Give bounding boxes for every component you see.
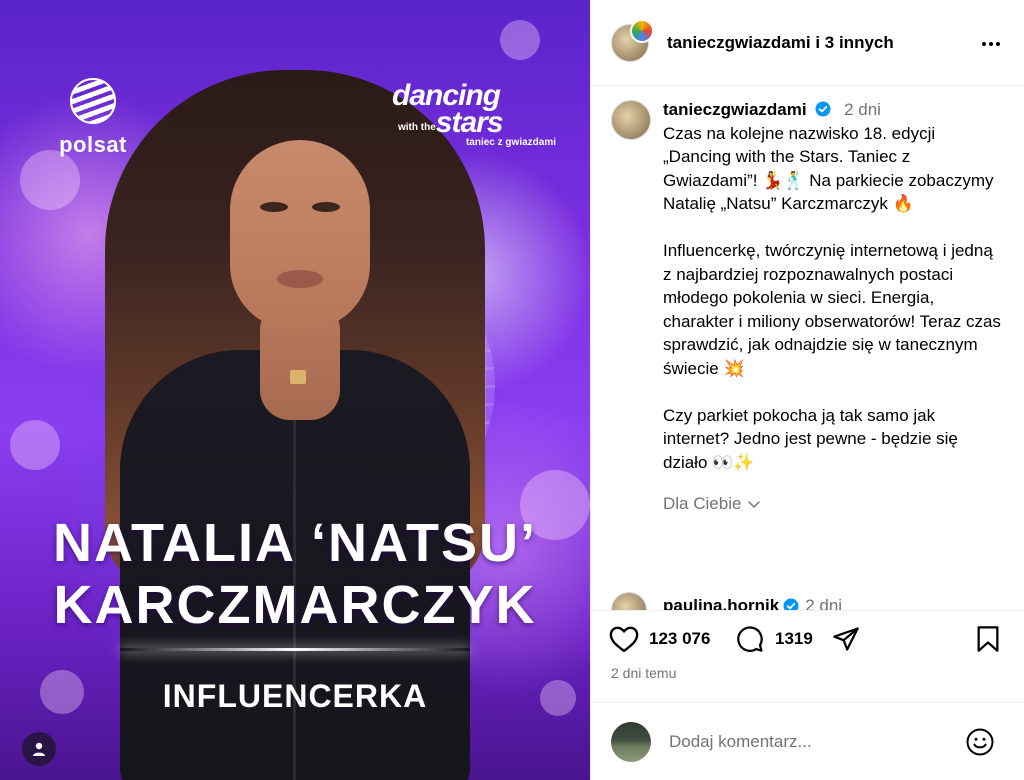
add-comment-bar: [591, 702, 1024, 780]
portrait-face: [230, 140, 370, 330]
post-side-panel: tanieczgwiazdami i 3 innych tanieczgwiaz…: [590, 0, 1024, 780]
headline-name: NATALIA ‘NATSU’: [53, 513, 537, 573]
bokeh-light: [10, 420, 60, 470]
headline-surname: KARCZMARCZYK: [53, 575, 537, 635]
emoji-picker-button[interactable]: [965, 727, 995, 762]
glow-divider: [120, 648, 470, 651]
heart-icon[interactable]: [609, 625, 639, 653]
logo-line-with-the: with the: [398, 122, 436, 134]
author-avatar[interactable]: [611, 18, 654, 62]
post-header: tanieczgwiazdami i 3 innych: [591, 0, 1024, 86]
comments-count[interactable]: 1319: [775, 629, 813, 649]
more-horizontal-icon: [982, 42, 1000, 46]
user-icon: [33, 742, 45, 756]
post-caption: tanieczgwiazdami 2 dni Czas na kolejne n…: [611, 98, 1011, 516]
logo-line-stars: stars: [435, 106, 504, 139]
author-collab-title[interactable]: tanieczgwiazdami i 3 innych: [667, 33, 894, 53]
translation-label[interactable]: Dla Ciebie: [663, 492, 741, 516]
post-timestamp[interactable]: 2 dni temu: [611, 665, 676, 681]
caption-paragraph-1: Czas na kolejne nazwisko 18. edycji „Dan…: [663, 123, 994, 214]
author-username[interactable]: tanieczgwiazdami: [667, 33, 811, 52]
share-action[interactable]: [831, 625, 861, 653]
caption-paragraph-3: Czy parkiet pokocha ją tak samo jak inte…: [663, 405, 958, 472]
caption-author-avatar[interactable]: [611, 100, 651, 140]
caption-time[interactable]: 2 dni: [844, 100, 881, 119]
caption-username[interactable]: tanieczgwiazdami: [663, 100, 807, 119]
bokeh-light: [20, 150, 80, 210]
chevron-down-icon: [748, 501, 761, 508]
comment-bubble-icon[interactable]: [735, 625, 765, 653]
headline-subtitle: INFLUENCERKA: [162, 678, 428, 714]
like-action[interactable]: 123 076: [609, 625, 710, 653]
portrait-eye: [260, 202, 288, 212]
tagged-users-button[interactable]: [22, 732, 56, 766]
collab-suffix[interactable]: i 3 innych: [811, 33, 893, 52]
bokeh-light: [500, 20, 540, 60]
portrait-lips: [277, 270, 323, 288]
portrait: [80, 70, 510, 780]
translation-toggle[interactable]: Dla Ciebie: [663, 492, 1003, 516]
likes-count[interactable]: 123 076: [649, 629, 710, 649]
comment-input[interactable]: [669, 731, 939, 752]
commenter-avatar[interactable]: [611, 592, 647, 610]
logo-line-taniec: taniec z gwiazdami: [465, 137, 556, 148]
polsat-ball-icon: [70, 78, 116, 124]
dancing-with-the-stars-logo: dancing with thestars taniec z gwiazdami: [392, 81, 562, 149]
verified-badge-icon: [783, 598, 799, 610]
post-image[interactable]: polsat dancing with thestars taniec z gw…: [0, 0, 590, 780]
portrait-eye: [312, 202, 340, 212]
necklace-pendant: [290, 370, 306, 384]
more-options-button[interactable]: [979, 32, 1003, 58]
comment-action[interactable]: 1319: [735, 625, 813, 653]
share-paper-plane-icon[interactable]: [831, 625, 861, 653]
caption-paragraph-2: Influencerkę, twórczynię internetową i j…: [663, 241, 1001, 378]
verified-badge-icon: [815, 101, 831, 117]
comment-time: 2 dni: [805, 596, 843, 610]
save-action[interactable]: [975, 625, 1001, 653]
polsat-logo: polsat: [58, 78, 128, 158]
polsat-logo-text: polsat: [59, 132, 127, 157]
bookmark-icon[interactable]: [975, 625, 1001, 653]
comment-preview: paulina.hornik 2 dni: [611, 592, 1011, 610]
commenter-username[interactable]: paulina.hornik: [663, 596, 779, 610]
emoji-smile-icon: [966, 728, 994, 756]
current-user-avatar: [611, 721, 651, 762]
